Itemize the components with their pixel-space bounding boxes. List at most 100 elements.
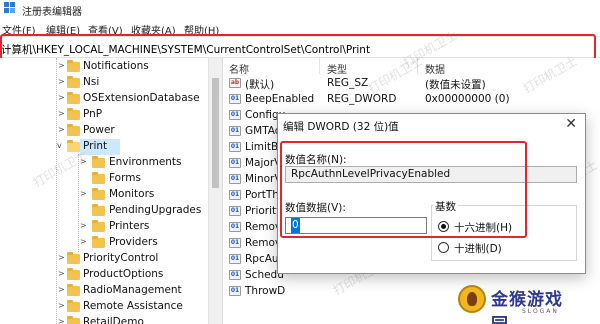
tree-item-label: Environments [109,156,182,168]
value-name: GMTAd [245,125,282,137]
dword-value-icon: 01 [229,190,241,200]
dword-value-icon: 01 [229,222,241,232]
chevron-right-icon[interactable]: > [58,122,65,138]
dword-value-icon: 01 [229,142,241,152]
tree-item-print[interactable]: v Print [0,138,208,154]
folder-icon [67,268,80,280]
chevron-down-icon[interactable]: v [57,138,62,154]
value-name: PortTh [245,189,279,201]
radio-unselected-icon[interactable] [438,242,449,253]
tree-item-label: RadioManagement [83,284,182,296]
dword-value-icon: 01 [229,126,241,136]
folder-icon [67,92,80,104]
tree-item-providers[interactable]: > Providers [0,234,208,250]
chevron-right-icon[interactable]: > [80,234,87,250]
chevron-right-icon[interactable]: > [58,58,65,74]
column-header-type[interactable]: 类型 [327,61,347,76]
dword-value-icon: 01 [229,286,241,296]
value-type: REG_SZ [327,77,369,89]
value-name: Remov [245,237,282,249]
tree-item-label: OSExtensionDatabase [83,92,200,104]
tree-scrollbar-thumb[interactable] [212,78,219,188]
tree-item-label: Power [83,124,115,136]
tree-item-productoptions[interactable]: > ProductOptions [0,266,208,282]
folder-icon [67,316,80,324]
chevron-right-icon[interactable]: > [58,314,65,324]
chevron-right-icon[interactable]: > [80,186,87,202]
value-name: MajorV [245,157,282,169]
site-logo: 金猴游戏园 SLOGAN [458,283,580,324]
tree-item-label: Forms [109,172,141,184]
chevron-right-icon[interactable]: > [58,90,65,106]
folder-icon [92,172,105,184]
dialog-highlight-box [280,141,527,238]
tree-item-nsi[interactable]: > Nsi [0,74,208,90]
registry-app-icon [4,2,16,14]
chevron-right-icon[interactable]: > [58,74,65,90]
folder-icon [67,300,80,312]
tree-item-notifications[interactable]: > Notifications [0,58,208,74]
value-name: ThrowD [245,285,286,297]
tree-item-pnp[interactable]: > PnP [0,106,208,122]
column-header-name[interactable]: 名称 [229,61,249,76]
radio-decimal[interactable]: 十进制(D) [438,241,568,255]
tree-item-label: Nsi [83,76,100,88]
folder-icon [67,76,80,88]
tree-item-label: PriorityControl [83,252,159,264]
tree-item-radiomanagement[interactable]: > RadioManagement [0,282,208,298]
registry-tree: > Notifications > Nsi > OSExtensionDatab… [0,58,222,324]
address-highlight-box [0,34,596,60]
column-header-data[interactable]: 数据 [425,61,445,76]
chevron-right-icon[interactable]: > [58,266,65,282]
dword-value-icon: 01 [229,254,241,264]
tree-item-osextensiondatabase[interactable]: > OSExtensionDatabase [0,90,208,106]
folder-icon [67,124,80,136]
value-type: REG_DWORD [327,93,397,105]
tree-item-label: PendingUpgrades [109,204,202,216]
dword-value-icon: 01 [229,94,241,104]
dialog-title: 编辑 DWORD (32 位)值 [283,121,399,133]
logo-subtext: SLOGAN [522,308,559,315]
tree-item-label: Providers [109,236,158,248]
close-icon[interactable]: ✕ [565,116,577,132]
tree-item-label: Monitors [109,188,155,200]
chevron-right-icon[interactable]: > [58,282,65,298]
tree-scrollbar[interactable] [208,58,222,324]
dword-value-icon: 01 [229,158,241,168]
tree-item-label: Remote Assistance [83,300,183,312]
tree-item-pendingupgrades[interactable]: PendingUpgrades [0,202,208,218]
tree-item-label: Notifications [83,60,149,72]
tree-item-monitors[interactable]: > Monitors [0,186,208,202]
chevron-right-icon[interactable]: > [58,106,65,122]
folder-icon [67,60,80,72]
tree-item-label: RetailDemo [83,316,144,324]
tree-item-printers[interactable]: > Printers [0,218,208,234]
dword-value-icon: 01 [229,206,241,216]
tree-item-remote-assistance[interactable]: > Remote Assistance [0,298,208,314]
folder-icon [67,108,80,120]
tree-item-label: Print [83,140,108,152]
title-bar: 注册表编辑器 [0,0,600,18]
tree-item-label: Printers [109,220,150,232]
value-data: 0x00000000 (0) [425,93,510,105]
folder-icon [92,220,105,232]
window-title: 注册表编辑器 [22,7,82,18]
value-row[interactable]: 01 BeepEnabled REG_DWORD 0x00000000 (0) [223,91,600,107]
chevron-right-icon[interactable]: > [58,250,65,266]
tree-item-label: PnP [83,108,103,120]
chevron-right-icon[interactable]: > [58,298,65,314]
value-name: Remov [245,221,282,233]
tree-item-prioritycontrol[interactable]: > PriorityControl [0,250,208,266]
folder-icon [92,236,105,248]
folder-icon [92,156,105,168]
tree-item-power[interactable]: > Power [0,122,208,138]
tree-item-environments[interactable]: > Environments [0,154,208,170]
tree-item-label: ProductOptions [83,268,164,280]
logo-text: 金猴游戏园 [491,290,563,324]
value-name: BeepEnabled [245,93,315,105]
column-separator[interactable] [319,58,320,74]
tree-item-retaildemo[interactable]: > RetailDemo [0,314,208,324]
monkey-logo-icon [458,285,486,313]
chevron-right-icon[interactable]: > [80,218,87,234]
value-name: (默认) [245,79,275,91]
